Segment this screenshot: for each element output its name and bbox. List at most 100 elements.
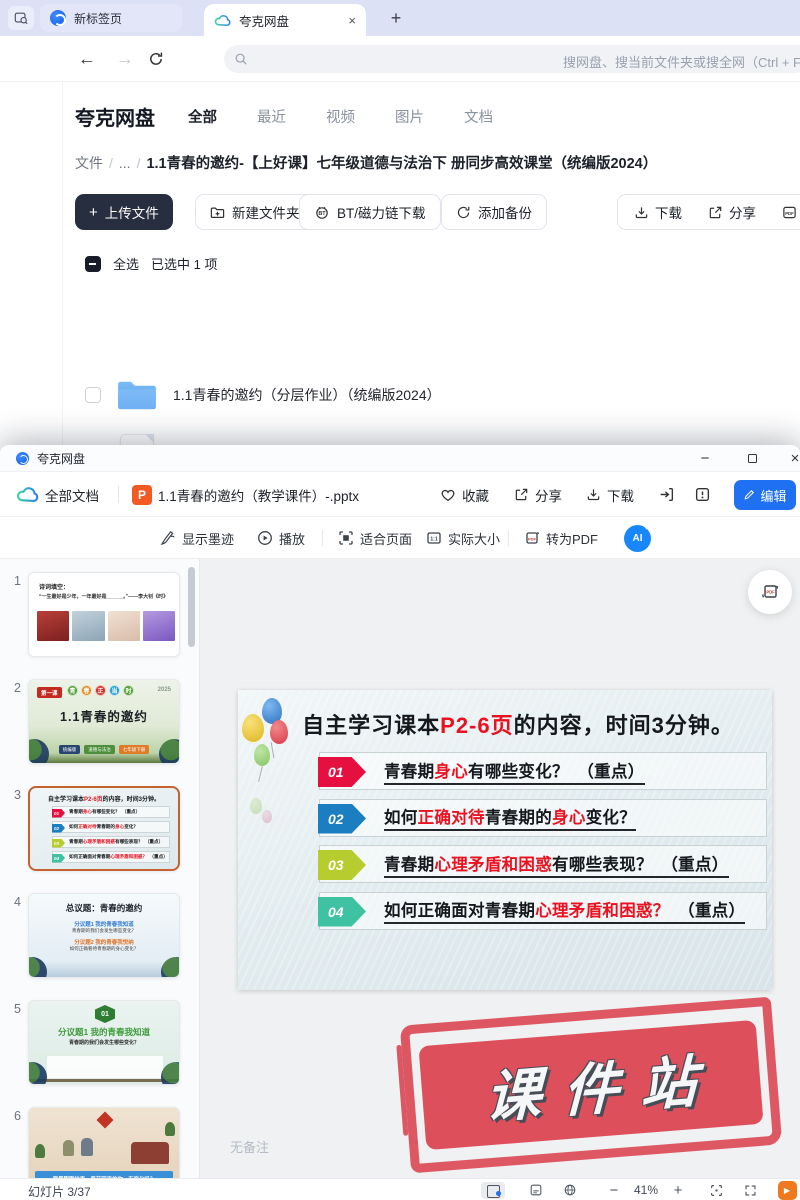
download-icon — [586, 487, 601, 502]
save-to-drive-button[interactable] — [658, 472, 675, 517]
current-slide: 自主学习课本P2-6页的内容，时间3分钟。 01青春期身心有哪些变化？ （重点）… — [238, 690, 772, 990]
divider — [508, 530, 509, 546]
floating-pdf-convert-button[interactable]: PDF — [748, 570, 792, 614]
file-action-group: 下载 分享 PDF 转为PDF — [617, 194, 800, 230]
breadcrumb-current: 1.1青春的邀约-【上好课】七年级道德与法治下 册同步高效课堂（统编版2024） — [146, 156, 657, 172]
theme-circle: 正 — [95, 685, 106, 696]
theme-circle: 时 — [123, 685, 134, 696]
svg-text:PDF: PDF — [766, 590, 775, 595]
fit-page-button[interactable]: 适合页面 — [338, 517, 412, 559]
breadcrumb-root[interactable]: 文件 — [75, 155, 103, 171]
notes-button[interactable] — [524, 1179, 548, 1200]
fit-page-icon — [338, 530, 354, 546]
minimize-button[interactable]: − — [690, 445, 720, 472]
share-button[interactable]: 分享 — [514, 472, 562, 517]
ink-pen-icon — [160, 530, 176, 546]
tab-close-icon[interactable]: × — [348, 14, 356, 27]
thumbnail-scrollbar[interactable] — [188, 567, 195, 647]
tab-video[interactable]: 视频 — [326, 106, 355, 127]
show-ink-button[interactable]: 显示墨迹 — [160, 517, 234, 559]
fit-screen-button[interactable] — [704, 1179, 728, 1200]
breadcrumb: 文件/.../1.1青春的邀约-【上好课】七年级道德与法治下 册同步高效课堂（统… — [75, 152, 795, 173]
slide-thumbnail-1[interactable]: 诗词填空： “一生最好是少年，一年最好是______。”——李大钊《时》 — [28, 572, 180, 657]
download-button[interactable]: 下载 — [634, 202, 682, 222]
globe-art — [161, 1062, 180, 1085]
watermark-stamp: 课件站 — [400, 997, 782, 1174]
browser-tab-bar: 新标签页 夸克网盘 × + — [0, 0, 800, 36]
thumb2-chips: 统编版道德与法治七年级下册 — [29, 745, 179, 754]
share-button[interactable]: 分享 — [708, 202, 756, 222]
tab-label: 新标签页 — [74, 10, 122, 27]
browser-tab-quark-drive[interactable]: 夸克网盘 × — [204, 4, 366, 36]
app-logo-icon — [16, 452, 29, 465]
close-button[interactable]: × — [780, 445, 800, 472]
breadcrumb-ellipsis[interactable]: ... — [119, 155, 131, 171]
word-file-icon: W — [115, 433, 159, 445]
download-button[interactable]: 下载 — [586, 472, 634, 517]
plant-art — [165, 1122, 175, 1136]
fullscreen-button[interactable] — [738, 1179, 762, 1200]
feedback-button[interactable] — [694, 472, 711, 517]
select-all-label[interactable]: 全选 — [113, 254, 139, 273]
slide-rows: 01青春期身心有哪些变化？ （重点）02如何正确对待青春期的身心变化？03青春期… — [319, 752, 767, 938]
actual-size-button[interactable]: 1:1 实际大小 — [426, 517, 500, 559]
zoom-in-button[interactable]: + — [668, 1179, 688, 1200]
file-row-word[interactable]: W 1.1青春的邀约（导学案）（统编版2024）.docx — [0, 425, 800, 445]
bt-download-button[interactable]: BT BT/磁力链下载 — [299, 194, 441, 230]
window-title-bar[interactable]: 夸克网盘 − × — [0, 445, 800, 472]
annotation-panel-button[interactable] — [478, 1179, 508, 1200]
to-pdf-button[interactable]: PDF 转为PDF — [524, 517, 598, 559]
fullscreen-icon — [744, 1184, 757, 1197]
refresh-icon[interactable] — [148, 51, 164, 67]
row-number-badge: 01 — [318, 757, 366, 787]
slide-thumbnail-4[interactable]: 总议题：青春的邀约 分议题1 我的青春我知道 青春期的我们会发生哪些变化？ 分议… — [28, 893, 180, 978]
quark-cloud-icon — [214, 14, 231, 27]
viewer-window: 夸克网盘 − × 全部文档 P 1.1青春的邀约（教学课件）-.pptx 收 — [0, 445, 800, 1200]
present-button[interactable]: ▶ — [774, 1179, 800, 1200]
convert-pdf-button[interactable]: PDF 转为PDF — [782, 202, 800, 222]
annotation-icon — [481, 1182, 505, 1199]
balloon-art — [242, 714, 264, 742]
tab-image[interactable]: 图片 — [395, 106, 424, 127]
ai-assistant-button[interactable]: AI — [624, 525, 651, 552]
slide-question-row: 02如何正确对待青春期的身心变化？ — [319, 799, 767, 837]
play-button[interactable]: 播放 — [257, 517, 305, 559]
maximize-button[interactable] — [737, 445, 767, 472]
slide-thumbnail-5[interactable]: 01 分议题1 我的青春我知道 青春期的我们会发生哪些变化？ — [28, 1000, 180, 1085]
tab-all[interactable]: 全部 — [188, 106, 217, 127]
actual-size-icon: 1:1 — [426, 530, 442, 546]
select-all-checkbox[interactable] — [85, 256, 101, 272]
translate-button[interactable] — [558, 1179, 582, 1200]
viewer-status-bar: 幻灯片 3/37 − 41% + — [0, 1178, 800, 1200]
tab-recent[interactable]: 最近 — [257, 106, 286, 127]
zoom-out-button[interactable]: − — [604, 1179, 624, 1200]
new-folder-button[interactable]: 新建文件夹 — [195, 194, 315, 230]
edit-button[interactable]: 编辑 — [734, 480, 796, 510]
viewer-toolbar: 显示墨迹 播放 适合页面 1:1 实际大小 — [0, 517, 800, 559]
back-icon[interactable]: ← — [78, 48, 96, 69]
thumb-number: 1 — [14, 574, 21, 588]
white-band-art — [47, 1056, 163, 1078]
search-placeholder: 搜网盘、搜当前文件夹或搜全网（Ctrl + F） — [563, 52, 800, 71]
new-tab-button[interactable]: + — [382, 4, 410, 32]
add-backup-button[interactable]: 添加备份 — [441, 194, 547, 230]
tab-doc[interactable]: 文档 — [464, 106, 493, 127]
back-to-docs-button[interactable]: 全部文档 — [16, 472, 99, 517]
tab-search-button[interactable] — [8, 6, 34, 30]
knot-art — [97, 1112, 114, 1129]
drive-action-row: + 上传文件 新建文件夹 BT BT/磁力链下载 添加备份 — [0, 194, 800, 230]
browser-tab-newtab[interactable]: 新标签页 — [40, 4, 182, 32]
slide-thumbnail-3-selected[interactable]: 自主学习课本P2-6页的内容，时间3分钟。 01青春期身心有哪些变化？ （重点）… — [28, 786, 180, 871]
favorite-button[interactable]: 收藏 — [440, 472, 489, 517]
theme-circle: 春 — [81, 685, 92, 696]
slide-thumbnail-2[interactable]: 第一课 青春正当时 2025 1.1青春的邀约 统编版道德与法治七年级下册 — [28, 679, 180, 764]
forward-icon: → — [116, 48, 134, 69]
file-row-folder[interactable]: 1.1青春的邀约（分层作业）（统编版2024） — [0, 365, 800, 425]
search-input[interactable]: 搜网盘、搜当前文件夹或搜全网（Ctrl + F） — [224, 45, 800, 73]
row-checkbox[interactable] — [85, 387, 101, 403]
folder-icon — [115, 373, 159, 417]
download-icon — [634, 205, 649, 220]
upload-button[interactable]: + 上传文件 — [75, 194, 173, 230]
ppt-chip-icon: P — [132, 485, 152, 505]
slide-thumbnail-6[interactable]: 寒假刚刚结束，春节回来的你，有变化吗？ — [28, 1107, 180, 1178]
